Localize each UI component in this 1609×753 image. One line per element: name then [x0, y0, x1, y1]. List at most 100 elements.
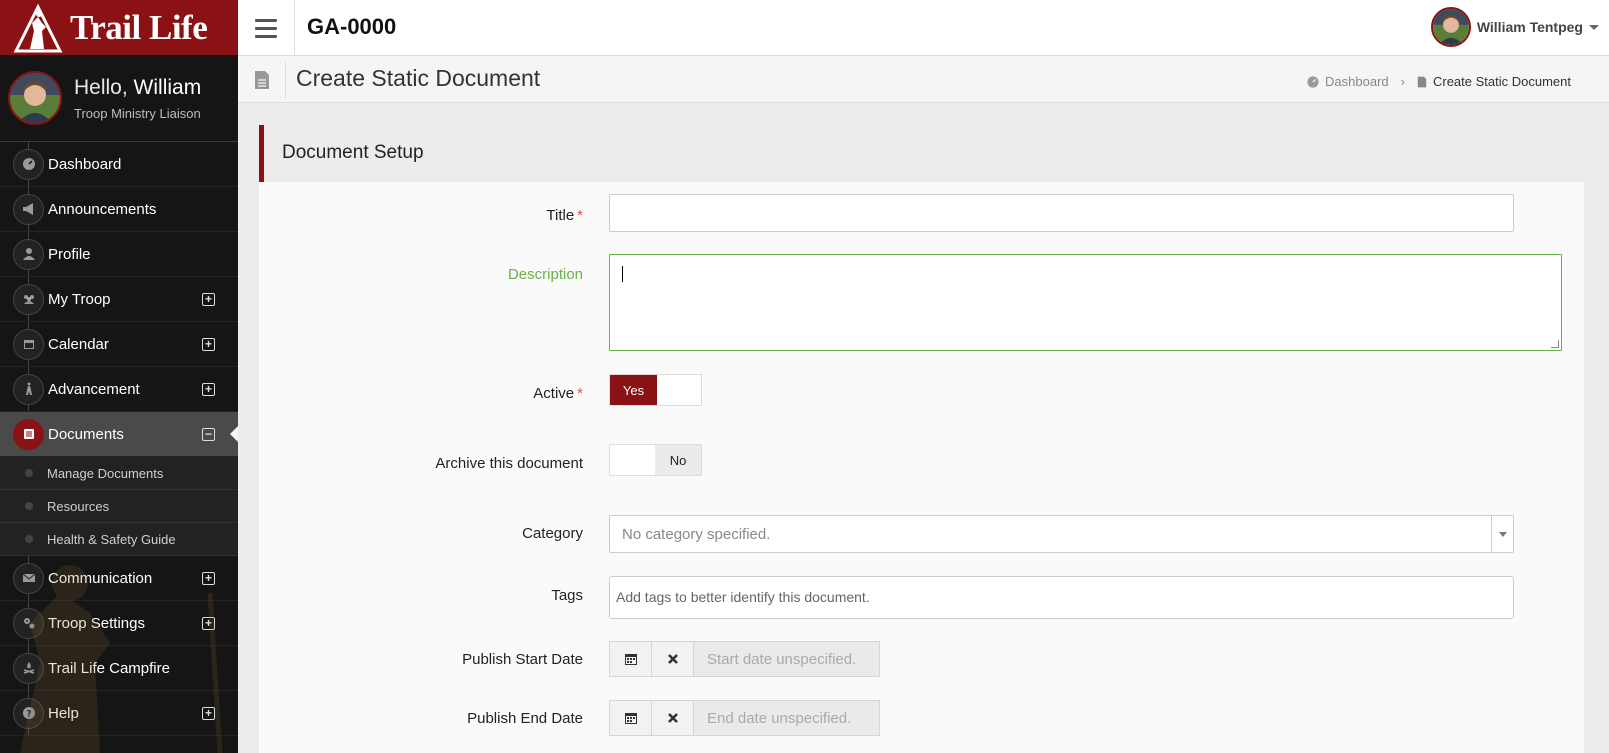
sidebar-item-label: My Troop: [48, 290, 111, 308]
sidebar-item-communication[interactable]: Communication +: [0, 556, 238, 601]
question-icon: ?: [13, 697, 44, 729]
start-date-calendar-button[interactable]: [610, 642, 652, 676]
hamburger-icon: [255, 18, 277, 22]
user-name: William Tentpeg: [1476, 19, 1583, 35]
expand-icon[interactable]: +: [202, 571, 215, 585]
start-date-clear-button[interactable]: [652, 642, 694, 676]
user-menu-dropdown[interactable]: William Tentpeg: [1430, 7, 1599, 47]
sidebar-item-help[interactable]: ? Help +: [0, 691, 238, 736]
sidebar-item-troop-settings[interactable]: Troop Settings +: [0, 601, 238, 646]
hamburger-icon: [255, 26, 277, 30]
text-cursor: [622, 266, 623, 282]
sidebar-item-my-troop[interactable]: My Troop +: [0, 277, 238, 322]
title-label-text: Title: [546, 207, 575, 224]
tags-label: Tags: [551, 587, 583, 604]
resize-handle-icon[interactable]: [1551, 340, 1559, 348]
end-date-field[interactable]: End date unspecified.: [694, 701, 879, 735]
expand-icon[interactable]: +: [202, 292, 215, 306]
sidebar-item-documents[interactable]: Documents −: [0, 412, 238, 457]
sidebar-subitem-resources[interactable]: Resources: [0, 490, 238, 523]
sidebar-item-dashboard[interactable]: Dashboard: [0, 142, 238, 187]
gears-icon: [13, 607, 44, 639]
sidebar-subitem-manage-documents[interactable]: Manage Documents: [0, 457, 238, 490]
document-icon: [254, 71, 269, 89]
sidebar-subitem-label: Resources: [47, 498, 110, 514]
chevron-down-icon: [1498, 531, 1507, 537]
greeting-name: William: [133, 75, 202, 99]
archive-toggle-no: No: [655, 445, 701, 475]
sidebar-subitem-label: Health & Safety Guide: [47, 531, 176, 547]
svg-text:?: ?: [26, 710, 31, 720]
document-icon: [1417, 76, 1427, 87]
sub-dot: [25, 469, 33, 477]
dropdown-toggle[interactable]: [1491, 516, 1513, 552]
campfire-icon: [13, 652, 44, 684]
close-icon: [667, 654, 678, 664]
required-marker: *: [577, 385, 583, 402]
user-photo-icon: [1432, 9, 1469, 45]
user-photo-icon: [10, 73, 60, 123]
sidebar-item-trail-life-campfire[interactable]: Trail Life Campfire: [0, 646, 238, 691]
active-toggle[interactable]: Yes: [609, 374, 702, 406]
sidebar-item-calendar[interactable]: Calendar +: [0, 322, 238, 367]
sidebar-item-label: Dashboard: [48, 155, 122, 173]
publish-start-date-group: Start date unspecified.: [609, 641, 880, 677]
collapse-icon[interactable]: −: [202, 427, 215, 441]
trail-life-emblem-icon: [13, 3, 63, 52]
breadcrumb: Dashboard › Create Static Document: [1307, 74, 1571, 89]
sidebar-subitem-health-safety-guide[interactable]: Health & Safety Guide: [0, 523, 238, 556]
expand-icon[interactable]: +: [202, 616, 215, 630]
calendar-icon: [624, 654, 637, 665]
page-header: Create Static Document Dashboard › Creat…: [238, 56, 1609, 103]
tags-placeholder: Add tags to better identify this documen…: [616, 589, 870, 605]
sub-dot: [25, 502, 33, 510]
title-input[interactable]: [609, 194, 1514, 232]
expand-icon[interactable]: +: [202, 382, 215, 396]
end-date-calendar-button[interactable]: [610, 701, 652, 735]
dashboard-icon: [13, 148, 44, 180]
sidebar-item-label: Documents: [48, 425, 124, 443]
required-marker: *: [577, 207, 583, 224]
start-date-field[interactable]: Start date unspecified.: [694, 642, 879, 676]
brand-name: Trail Life: [70, 7, 208, 47]
category-placeholder: No category specified.: [622, 526, 771, 543]
avatar[interactable]: [8, 71, 62, 125]
troop-id: GA-0000: [307, 14, 397, 39]
sidebar-item-label: Advancement: [48, 380, 140, 398]
group-icon: [13, 283, 44, 315]
description-textarea[interactable]: [609, 254, 1562, 351]
calendar-icon: [624, 713, 637, 724]
trail-life-logo[interactable]: Trail Life: [0, 0, 238, 55]
active-label-text: Active: [533, 385, 575, 402]
active-label: Active *: [533, 385, 583, 402]
sidebar-item-advancement[interactable]: Advancement +: [0, 367, 238, 412]
top-bar: GA-0000 William Tentpeg: [238, 0, 1609, 56]
category-select[interactable]: No category specified.: [609, 515, 1514, 553]
sidebar-item-label: Calendar: [48, 335, 109, 353]
envelope-icon: [13, 562, 44, 594]
page-icon: [238, 62, 286, 98]
sidebar-item-label: Announcements: [48, 200, 157, 218]
expand-icon[interactable]: +: [202, 337, 215, 351]
sidebar-nav: Dashboard Announcements Profile My Troop…: [0, 142, 238, 736]
sidebar-item-label: Profile: [48, 245, 91, 263]
description-label: Description: [507, 266, 583, 283]
end-date-clear-button[interactable]: [652, 701, 694, 735]
sidebar-item-profile[interactable]: Profile: [0, 232, 238, 277]
breadcrumb-current: Create Static Document: [1432, 74, 1571, 89]
expand-icon[interactable]: +: [202, 706, 215, 720]
sidebar-item-label: Trail Life Campfire: [48, 659, 170, 677]
sidebar-item-announcements[interactable]: Announcements: [0, 187, 238, 232]
hiker-icon: [13, 373, 44, 405]
page-title: Create Static Document: [296, 65, 541, 91]
section-title: Document Setup: [259, 125, 1584, 182]
title-label: Title *: [546, 207, 583, 224]
menu-toggle-button[interactable]: [238, 0, 295, 56]
sidebar-item-label: Help: [48, 704, 79, 722]
sidebar-subitem-label: Manage Documents: [47, 465, 164, 481]
calendar-icon: [13, 328, 44, 360]
publish-start-label: Publish Start Date: [462, 651, 583, 668]
archive-toggle[interactable]: No: [609, 444, 702, 476]
tags-input[interactable]: Add tags to better identify this documen…: [609, 576, 1514, 619]
breadcrumb-dashboard-link[interactable]: Dashboard: [1325, 74, 1389, 89]
